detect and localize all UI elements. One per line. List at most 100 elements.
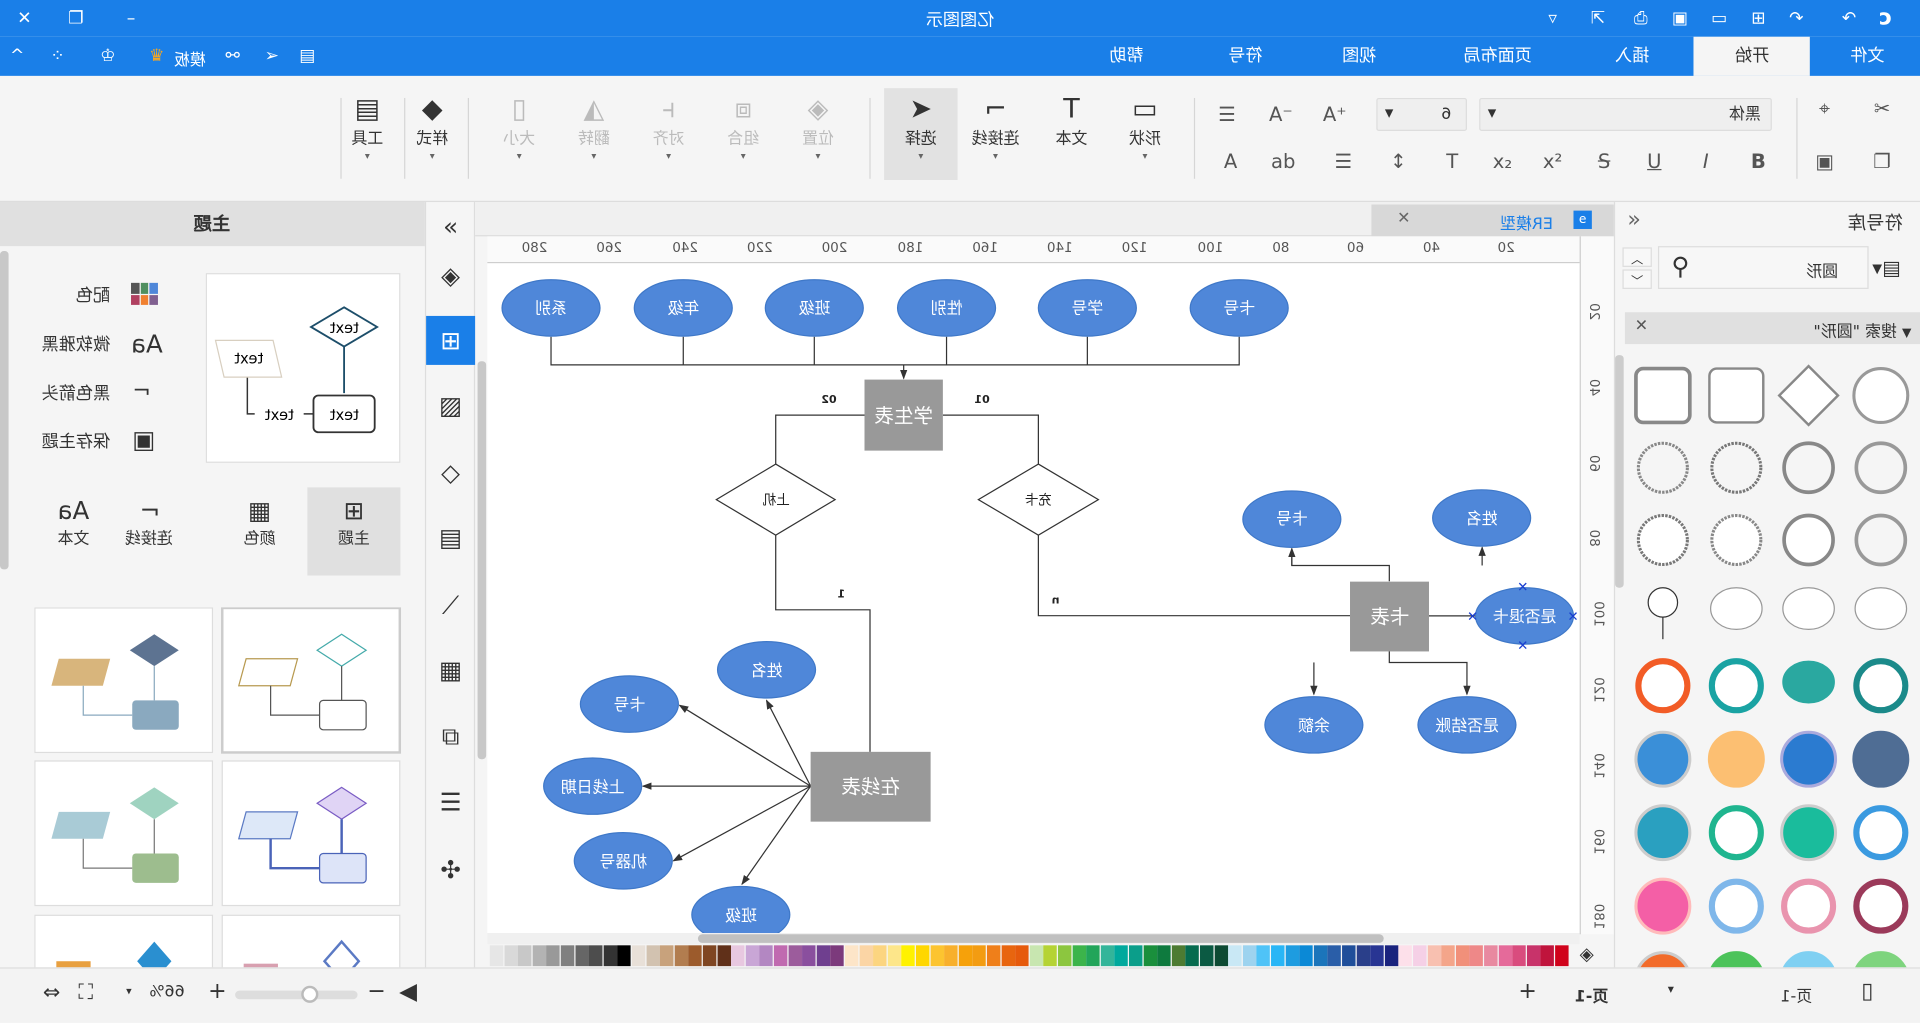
color-swatch[interactable] — [1512, 945, 1526, 967]
fill-color-icon[interactable]: ◈ — [1580, 943, 1594, 965]
symbol-ring3[interactable] — [1853, 805, 1909, 861]
tools-button[interactable]: ▤ 工具 ▾ — [343, 92, 392, 161]
color-swatch[interactable] — [1413, 945, 1427, 967]
color-swatch[interactable] — [1057, 945, 1072, 967]
color-swatch[interactable] — [575, 945, 589, 967]
color-swatch[interactable] — [1171, 945, 1186, 967]
symbol-ring2[interactable] — [1782, 513, 1835, 567]
color-swatch[interactable] — [944, 945, 958, 967]
color-swatch[interactable] — [1214, 945, 1228, 967]
tab-file[interactable]: 文件 — [1812, 37, 1920, 76]
zoom-slider[interactable] — [235, 985, 358, 1003]
color-swatch[interactable] — [560, 945, 575, 967]
color-swatch[interactable] — [816, 945, 830, 967]
chart-icon[interactable]: ⟋ — [426, 580, 475, 629]
zoom-in-button[interactable]: + — [208, 978, 226, 1004]
symbol-ring[interactable] — [1636, 441, 1689, 494]
tab-symbol[interactable]: 符号 — [1190, 37, 1300, 76]
image-icon[interactable]: ▨ — [426, 381, 475, 430]
position-button[interactable]: ◈ 位置 ▾ — [784, 92, 853, 161]
search-icon[interactable]: ⚲ — [1671, 251, 1689, 280]
bold-button[interactable]: B — [1744, 148, 1773, 175]
color-swatch[interactable] — [915, 945, 930, 967]
style-button[interactable]: ◆ 样式 ▾ — [408, 92, 457, 161]
color-swatch[interactable] — [631, 945, 646, 967]
category-text[interactable]: Aa 文本 — [37, 496, 110, 549]
symbol-pin[interactable] — [1647, 587, 1679, 640]
color-swatch[interactable] — [532, 945, 546, 967]
color-swatch[interactable] — [1540, 945, 1555, 967]
underline-button[interactable]: U — [1640, 148, 1669, 175]
template-label[interactable]: 模板 — [174, 47, 206, 69]
color-swatch[interactable] — [1441, 945, 1455, 967]
fit-page-icon[interactable]: ⇔ — [43, 981, 60, 1005]
font-grow-icon[interactable]: A⁺ — [1320, 102, 1349, 129]
library-icon[interactable]: ▾▤ — [1872, 256, 1900, 279]
color-swatch[interactable] — [1484, 945, 1498, 967]
symbol-bubble[interactable] — [1854, 587, 1908, 631]
close-tab-icon[interactable]: ✕ — [1397, 209, 1410, 227]
color-swatch[interactable] — [930, 945, 944, 967]
theme-option-font[interactable]: 微软雅黑 — [18, 332, 111, 356]
crown-icon[interactable]: ♛ — [142, 37, 171, 76]
skin-icon[interactable]: ♔ — [93, 37, 122, 76]
color-swatch[interactable] — [1342, 945, 1356, 967]
tab-insert[interactable]: 插入 — [1577, 37, 1687, 76]
collapse-icon[interactable]: « — [426, 202, 475, 251]
symbol-circle[interactable] — [1780, 804, 1838, 862]
symbol-circle[interactable] — [1852, 367, 1910, 424]
shape-button[interactable]: ▭ 形状 ▾ — [1111, 92, 1180, 161]
tab-er-model[interactable]: ✕ ER模型 e — [1371, 204, 1614, 237]
symbol-circle[interactable] — [1782, 951, 1836, 968]
color-swatch[interactable] — [887, 945, 901, 967]
symbol-circle[interactable] — [1636, 951, 1690, 968]
symbol-ring3[interactable] — [1853, 658, 1909, 714]
font-shrink-icon[interactable]: A⁻ — [1266, 102, 1295, 129]
color-swatch[interactable] — [1100, 945, 1115, 967]
color-swatch[interactable] — [745, 945, 759, 967]
symbol-ring[interactable] — [1710, 441, 1763, 494]
list-button[interactable]: ☰ — [1329, 148, 1358, 175]
color-swatch[interactable] — [1086, 945, 1100, 967]
paste-icon[interactable]: ▣ — [1810, 148, 1839, 175]
strikethrough-button[interactable]: S — [1589, 148, 1618, 175]
document-icon[interactable]: ▤ — [426, 513, 475, 562]
color-swatch[interactable] — [1327, 945, 1342, 967]
color-swatch[interactable] — [1313, 945, 1328, 967]
horizontal-scrollbar[interactable] — [487, 933, 1580, 945]
open-icon[interactable]: ▭ — [1705, 0, 1734, 37]
print-icon[interactable]: ⎙ — [1626, 0, 1655, 37]
format-painter-icon[interactable]: ⌖ — [1810, 96, 1839, 123]
apps-icon[interactable]: ⁘ — [43, 37, 72, 76]
expand-icon[interactable]: » — [1627, 207, 1640, 233]
color-swatch[interactable] — [1384, 945, 1399, 967]
theme-thumbnail[interactable] — [34, 914, 214, 968]
color-swatch[interactable] — [674, 945, 688, 967]
font-color-button[interactable]: A — [1216, 148, 1245, 175]
symbol-bubble[interactable] — [1782, 587, 1835, 631]
page-tab[interactable]: 页-1 — [1575, 983, 1609, 1006]
theme-thumbnail[interactable] — [34, 760, 214, 907]
select-button[interactable]: ➤ 选择 ▾ — [884, 88, 958, 181]
symbol-ring[interactable] — [1636, 513, 1689, 567]
color-swatch[interactable] — [1228, 945, 1242, 967]
fill-icon[interactable]: ◈ — [426, 251, 475, 300]
color-swatch[interactable] — [1242, 945, 1257, 967]
symbol-ring3[interactable] — [1781, 878, 1837, 934]
symbol-circle[interactable] — [1780, 730, 1838, 788]
symbol-circle[interactable] — [1707, 730, 1765, 788]
color-swatch[interactable] — [603, 945, 617, 967]
symbol-search-input[interactable]: ⚲ 圆形 — [1657, 246, 1869, 289]
color-swatch[interactable] — [802, 945, 816, 967]
color-swatch[interactable] — [859, 945, 873, 967]
symbol-ring3[interactable] — [1635, 658, 1691, 714]
color-swatch[interactable] — [901, 945, 916, 967]
color-swatch[interactable] — [688, 945, 703, 967]
color-swatch[interactable] — [660, 945, 674, 967]
color-swatch[interactable] — [1072, 945, 1086, 967]
close-icon[interactable]: ✕ — [1635, 317, 1648, 335]
zoom-slider-knob[interactable] — [301, 985, 319, 1003]
size-button[interactable]: ▯ 大小 ▾ — [485, 92, 554, 161]
color-swatch[interactable] — [646, 945, 660, 967]
color-swatch[interactable] — [1469, 945, 1484, 967]
